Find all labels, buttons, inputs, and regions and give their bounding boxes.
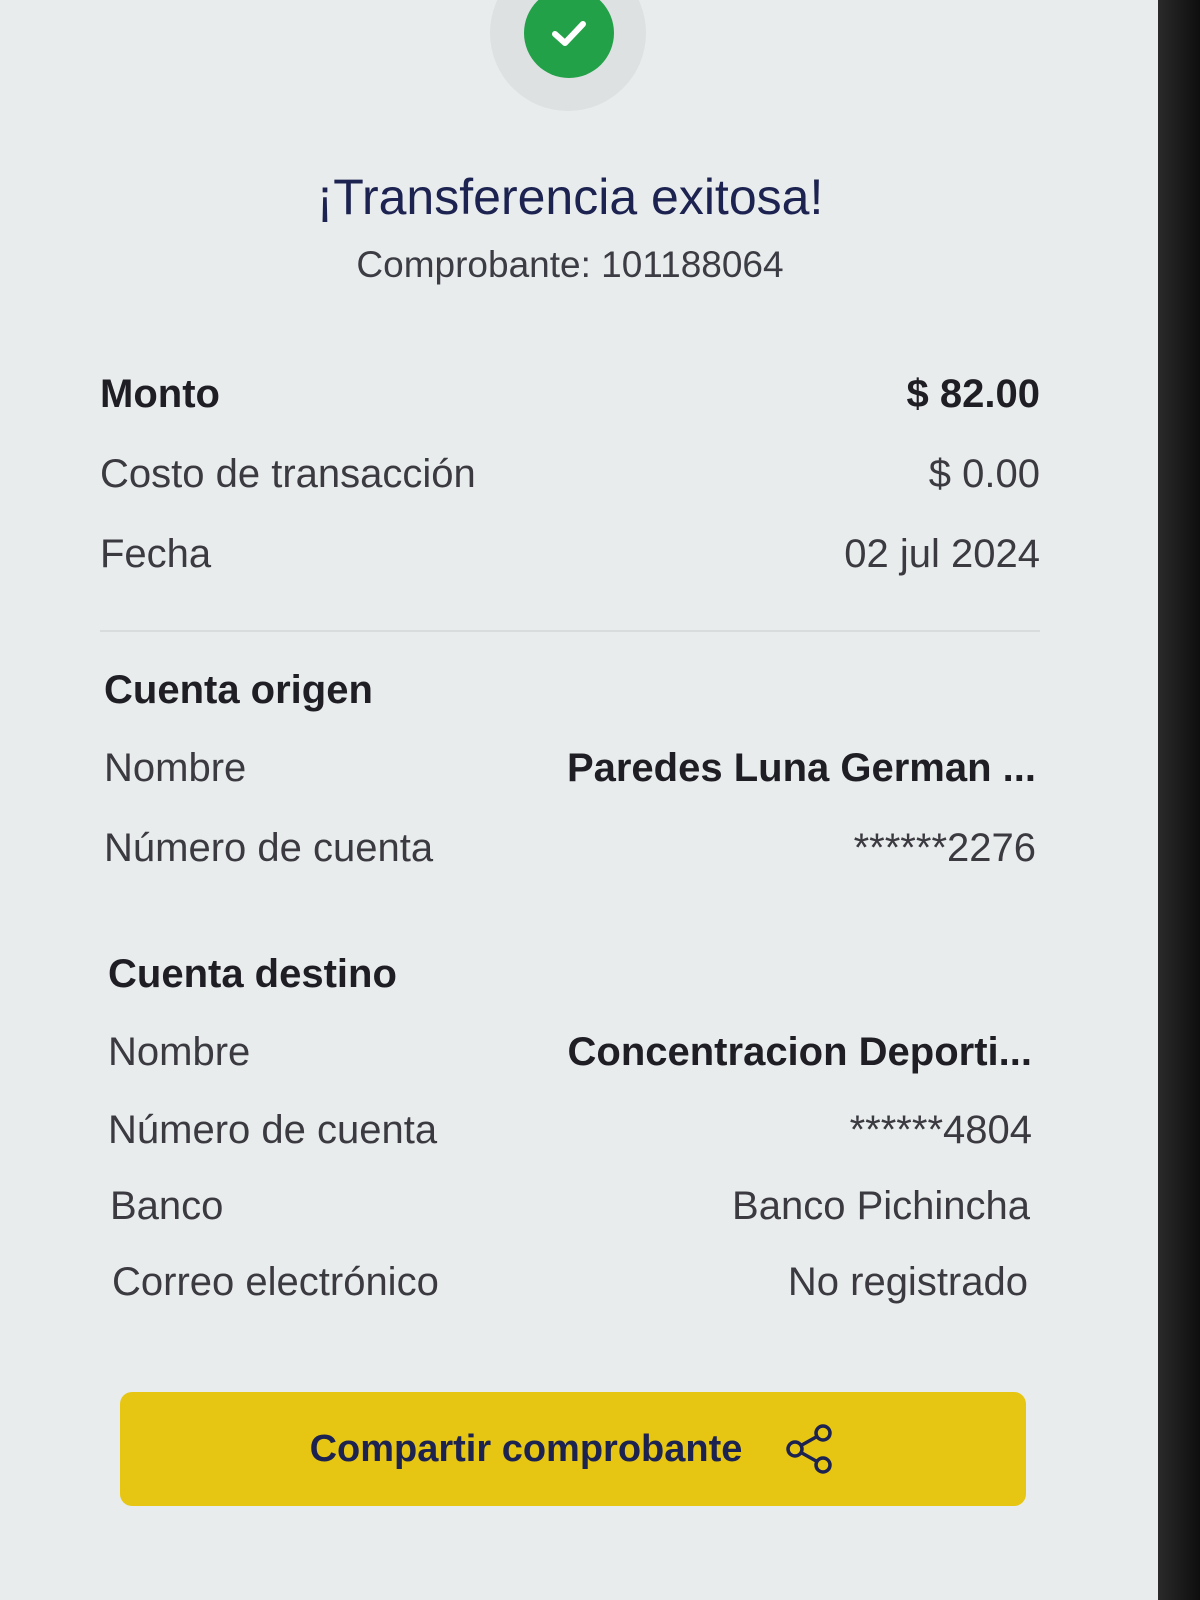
destination-account-label: Número de cuenta (108, 1108, 438, 1152)
fee-label: Costo de transacción (100, 452, 476, 496)
destination-bank-value: Banco Pichincha (732, 1184, 1030, 1228)
destination-bank-row: Banco Banco Pichincha (110, 1184, 1030, 1229)
amount-row: Monto $ 82.00 (100, 372, 1040, 417)
origin-account-row: Número de cuenta ******2276 (104, 826, 1036, 871)
origin-account-value: ******2276 (853, 826, 1036, 870)
section-divider (100, 630, 1040, 632)
share-icon (786, 1424, 833, 1474)
destination-section-title: Cuenta destino (108, 952, 397, 996)
fee-value: $ 0.00 (928, 452, 1040, 496)
fee-row: Costo de transacción $ 0.00 (100, 452, 1040, 497)
origin-account-label: Número de cuenta (104, 826, 434, 870)
origin-name-label: Nombre (104, 746, 247, 790)
destination-email-value: No registrado (787, 1260, 1028, 1304)
share-receipt-label: Compartir comprobante (309, 1427, 743, 1470)
share-receipt-button[interactable]: Compartir comprobante (120, 1392, 1026, 1506)
destination-name-row: Nombre Concentracion Deporti... (108, 1030, 1032, 1075)
receipt-number: Comprobante: 101188064 (356, 244, 784, 285)
destination-account-value: ******4804 (849, 1108, 1032, 1152)
destination-email-label: Correo electrónico (112, 1260, 439, 1304)
date-value: 02 jul 2024 (844, 532, 1040, 576)
destination-email-row: Correo electrónico No registrado (112, 1260, 1028, 1305)
amount-value: $ 82.00 (906, 372, 1040, 416)
date-label: Fecha (100, 532, 212, 576)
origin-name-row: Nombre Paredes Luna German ... (104, 746, 1036, 791)
origin-name-value: Paredes Luna German ... (566, 746, 1036, 790)
destination-account-row: Número de cuenta ******4804 (108, 1108, 1032, 1153)
date-row: Fecha 02 jul 2024 (100, 532, 1040, 577)
destination-name-label: Nombre (108, 1030, 251, 1074)
device-bezel (1158, 0, 1200, 1600)
transfer-receipt-screen: ¡Transferencia exitosa! Comprobante: 101… (0, 0, 1158, 1600)
destination-bank-label: Banco (110, 1184, 224, 1228)
page-title: ¡Transferencia exitosa! (316, 169, 824, 225)
amount-label: Monto (100, 372, 220, 416)
destination-name-value: Concentracion Deporti... (567, 1030, 1033, 1074)
origin-section-title: Cuenta origen (104, 668, 373, 712)
check-icon (552, 21, 586, 46)
